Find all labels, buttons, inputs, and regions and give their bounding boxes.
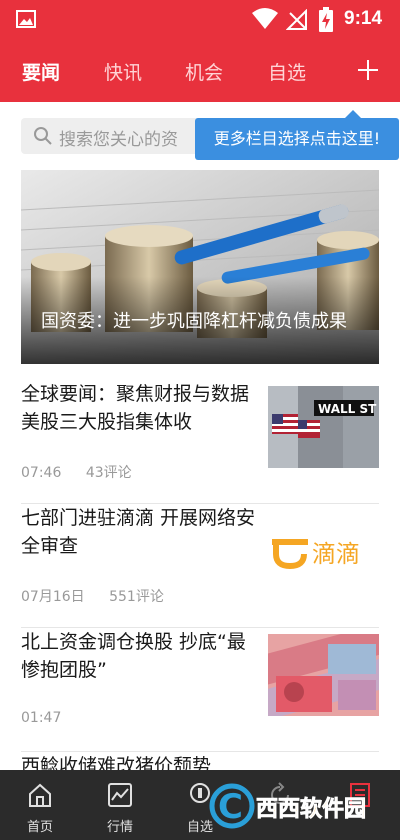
news-list-item[interactable]: 全球要闻：聚焦财报与数据 美股三大股指集体收 07:46 43评论 WALL S… xyxy=(21,380,379,504)
search-input[interactable]: 搜索您关心的资 xyxy=(21,118,221,154)
tab-watchlist[interactable]: 自选 xyxy=(268,58,306,85)
add-channel-icon[interactable] xyxy=(356,58,380,82)
hero-image xyxy=(21,170,379,364)
tab-flash[interactable]: 快讯 xyxy=(104,58,142,85)
nav-market[interactable]: 行情 xyxy=(80,770,160,840)
channel-tab-bar: 要闻 快讯 机会 自选 xyxy=(0,40,400,102)
search-placeholder: 搜索您关心的资 xyxy=(59,130,178,150)
tab-headlines[interactable]: 要闻 xyxy=(22,58,60,85)
clock: 9:14 xyxy=(344,8,383,29)
watermark-text: 西西软件园 xyxy=(256,796,366,822)
news-thumbnail: 滴滴 xyxy=(268,510,379,592)
news-time: 07月16日 xyxy=(21,589,85,605)
chart-icon xyxy=(108,783,132,807)
news-title: 全球要闻：聚焦财报与数据 美股三大股指集体收 xyxy=(21,383,250,433)
nav-label: 首页 xyxy=(26,820,53,835)
news-time: 01:47 xyxy=(21,710,62,726)
no-signal-icon xyxy=(286,9,307,30)
news-meta: 07:46 43评论 xyxy=(21,462,152,482)
news-meta: 07月16日 551评论 xyxy=(21,586,184,606)
wall-street-sign: WALL ST xyxy=(318,402,377,416)
gallery-icon xyxy=(16,10,36,28)
news-meta: 01:47 xyxy=(21,710,81,726)
nav-home[interactable]: 首页 xyxy=(0,770,80,840)
channel-tip-tooltip[interactable]: 更多栏目选择点击这里! xyxy=(195,110,399,160)
status-bar: 9:14 xyxy=(0,0,400,40)
news-title: 北上资金调仓换股 抄底“最惨抱团股” xyxy=(21,631,246,681)
hero-article[interactable]: 国资委：进一步巩固降杠杆减负债成果 xyxy=(21,170,379,364)
search-icon xyxy=(34,127,52,145)
news-list-item[interactable]: 北上资金调仓换股 抄底“最惨抱团股” 01:47 xyxy=(21,628,379,752)
nav-label: 行情 xyxy=(106,820,133,835)
news-title: 七部门进驻滴滴 开展网络安全审查 xyxy=(21,507,256,557)
news-comments: 43评论 xyxy=(85,465,132,481)
didi-logo: 滴滴 xyxy=(312,540,360,568)
news-thumbnail xyxy=(268,634,379,716)
wifi-icon xyxy=(252,8,278,29)
news-time: 07:46 xyxy=(21,465,62,481)
home-icon xyxy=(29,783,51,807)
tab-opportunity[interactable]: 机会 xyxy=(185,58,223,85)
watermark-logo: C 西西软件园 xyxy=(209,783,366,829)
news-comments: 551评论 xyxy=(109,589,164,605)
news-thumbnail: WALL ST xyxy=(268,386,379,468)
news-list-item[interactable]: 七部门进驻滴滴 开展网络安全审查 07月16日 551评论 滴滴 xyxy=(21,504,379,628)
hero-title: 国资委：进一步巩固降杠杆减负债成果 xyxy=(41,311,347,332)
watermark-letter: C xyxy=(218,787,243,827)
battery-charging-icon xyxy=(319,7,333,32)
